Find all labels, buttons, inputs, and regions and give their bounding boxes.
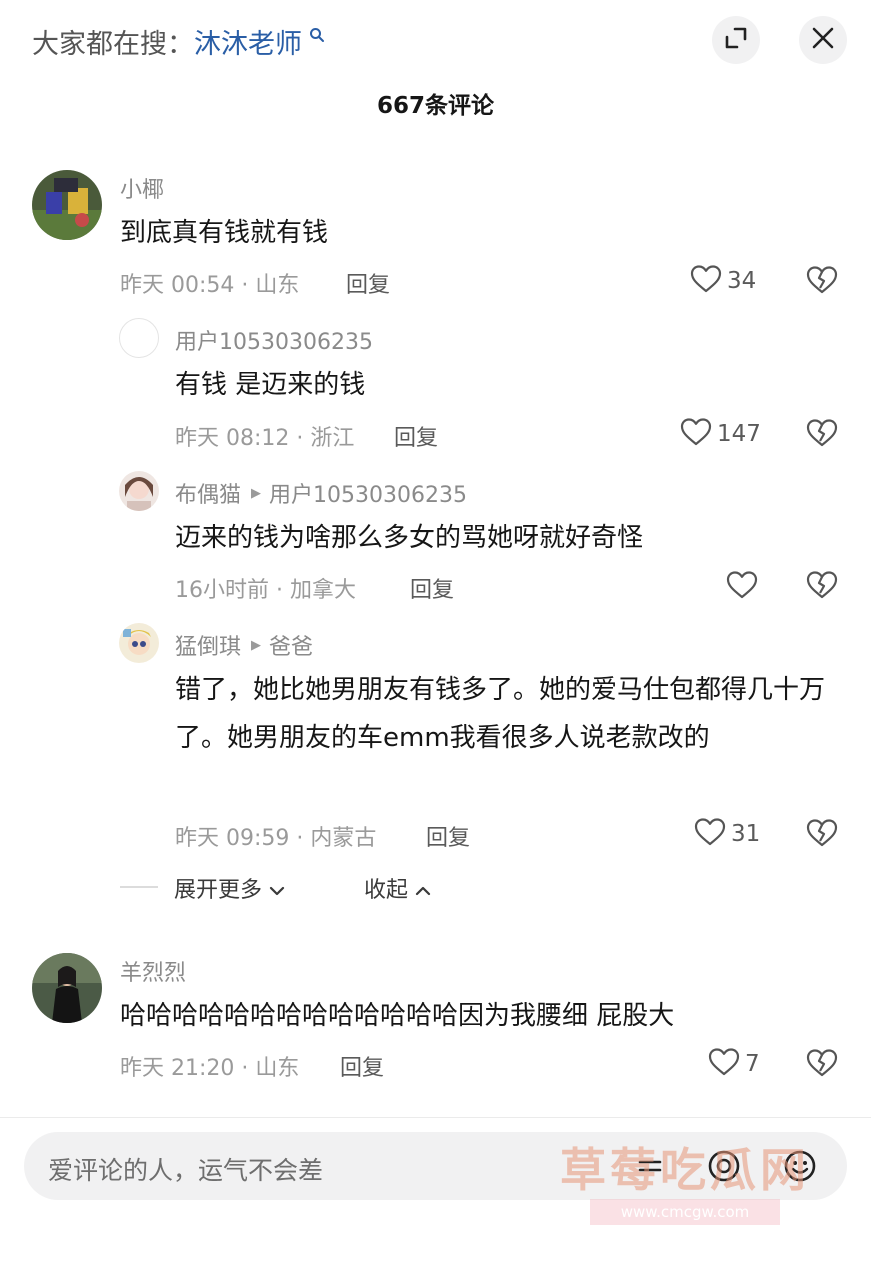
reply-to-user[interactable]: 爸爸 (269, 629, 313, 661)
reply-arrow-icon: ▶ (251, 485, 262, 501)
like-button[interactable]: 7 (708, 1047, 760, 1081)
comment-author[interactable]: 布偶猫 (175, 477, 241, 509)
close-button[interactable] (799, 16, 847, 64)
chevron-down-icon (269, 878, 285, 903)
broken-heart-icon (806, 1049, 838, 1082)
expand-icon (723, 25, 749, 55)
reply-to-user[interactable]: 用户10530306235 (269, 477, 467, 509)
reply-button[interactable]: 回复 (410, 572, 454, 604)
search-prefix: 大家都在搜： (32, 29, 194, 60)
heart-icon (726, 570, 758, 604)
dislike-button[interactable] (806, 570, 838, 604)
watermark-url: www.cmcgw.com (590, 1199, 780, 1225)
comment-meta: 昨天 09:59 · 内蒙古 (175, 826, 377, 851)
search-keyword[interactable]: 沐沐老师 (194, 29, 302, 60)
like-button[interactable]: 34 (690, 264, 756, 298)
comment-meta: 16小时前 · 加拿大 (175, 578, 356, 603)
reply-button[interactable]: 回复 (394, 420, 438, 452)
comment-username[interactable]: 小椰 (120, 172, 164, 204)
broken-heart-icon (806, 419, 838, 452)
comment-username[interactable]: 用户10530306235 (175, 324, 373, 356)
search-icon (304, 28, 325, 47)
comment-text: 哈哈哈哈哈哈哈哈哈哈哈哈哈因为我腰细 屁股大 (120, 1001, 675, 1031)
like-count: 147 (717, 421, 761, 447)
like-button[interactable]: 147 (680, 417, 761, 451)
divider (120, 886, 158, 888)
like-count: 34 (727, 268, 757, 294)
comment-text: 迈来的钱为啥那么多女的骂她呀就好奇怪 (175, 523, 644, 553)
close-icon (811, 26, 835, 54)
reply-button[interactable]: 回复 (340, 1050, 384, 1082)
comment-meta: 昨天 08:12 · 浙江 (175, 426, 355, 451)
top-bar: 大家都在搜：沐沐老师 (0, 0, 871, 80)
avatar[interactable] (32, 170, 102, 240)
comment-count-title: 667条评论 (376, 93, 494, 119)
broken-heart-icon (806, 266, 838, 299)
heart-icon (680, 417, 712, 451)
comment-meta: 昨天 00:54 · 山东 (120, 273, 300, 298)
heart-icon (708, 1047, 740, 1081)
dislike-button[interactable] (806, 265, 838, 299)
dislike-button[interactable] (806, 418, 838, 452)
comment-text: 到底真有钱就有钱 (120, 218, 329, 248)
expand-more-label: 展开更多 (174, 878, 263, 903)
like-button[interactable]: 31 (694, 817, 760, 851)
like-count: 7 (745, 1051, 760, 1077)
comment-text: 错了，她比她男朋友有钱多了。她的爱马仕包都得几十万了。她男朋友的车emm我看很多… (175, 675, 826, 753)
broken-heart-icon (806, 819, 838, 852)
watermark-logo: 草莓吃瓜网 (560, 1143, 810, 1197)
search-suggestion[interactable]: 大家都在搜：沐沐老师 (32, 22, 325, 61)
avatar[interactable] (32, 953, 102, 1023)
comment-author[interactable]: 猛倒琪 (175, 629, 241, 661)
comment-username[interactable]: 羊烈烈 (120, 955, 186, 987)
collapse-button[interactable]: 收起 (364, 872, 431, 904)
broken-heart-icon (806, 571, 838, 604)
reply-button[interactable]: 回复 (426, 820, 470, 852)
dislike-button[interactable] (806, 818, 838, 852)
expand-button[interactable] (712, 16, 760, 64)
avatar[interactable] (119, 318, 159, 358)
avatar[interactable] (119, 471, 159, 511)
like-count: 31 (731, 821, 761, 847)
collapse-label: 收起 (364, 878, 409, 903)
reply-button[interactable]: 回复 (346, 267, 390, 299)
comment-text: 有钱 是迈来的钱 (175, 370, 366, 400)
comment-username[interactable]: 猛倒琪 ▶ 爸爸 (175, 629, 313, 661)
divider (0, 1117, 871, 1118)
dislike-button[interactable] (806, 1048, 838, 1082)
reply-arrow-icon: ▶ (251, 637, 262, 653)
comment-meta: 昨天 21:20 · 山东 (120, 1056, 300, 1081)
chevron-up-icon (415, 878, 431, 903)
thread-controls: 展开更多 收起 (120, 868, 520, 908)
comment-username[interactable]: 布偶猫 ▶ 用户10530306235 (175, 477, 467, 509)
heart-icon (690, 264, 722, 298)
comment-input-placeholder: 爱评论的人，运气不会差 (48, 1156, 324, 1185)
avatar[interactable] (119, 623, 159, 663)
like-button[interactable] (726, 570, 763, 604)
heart-icon (694, 817, 726, 851)
expand-more-button[interactable]: 展开更多 (174, 872, 285, 904)
